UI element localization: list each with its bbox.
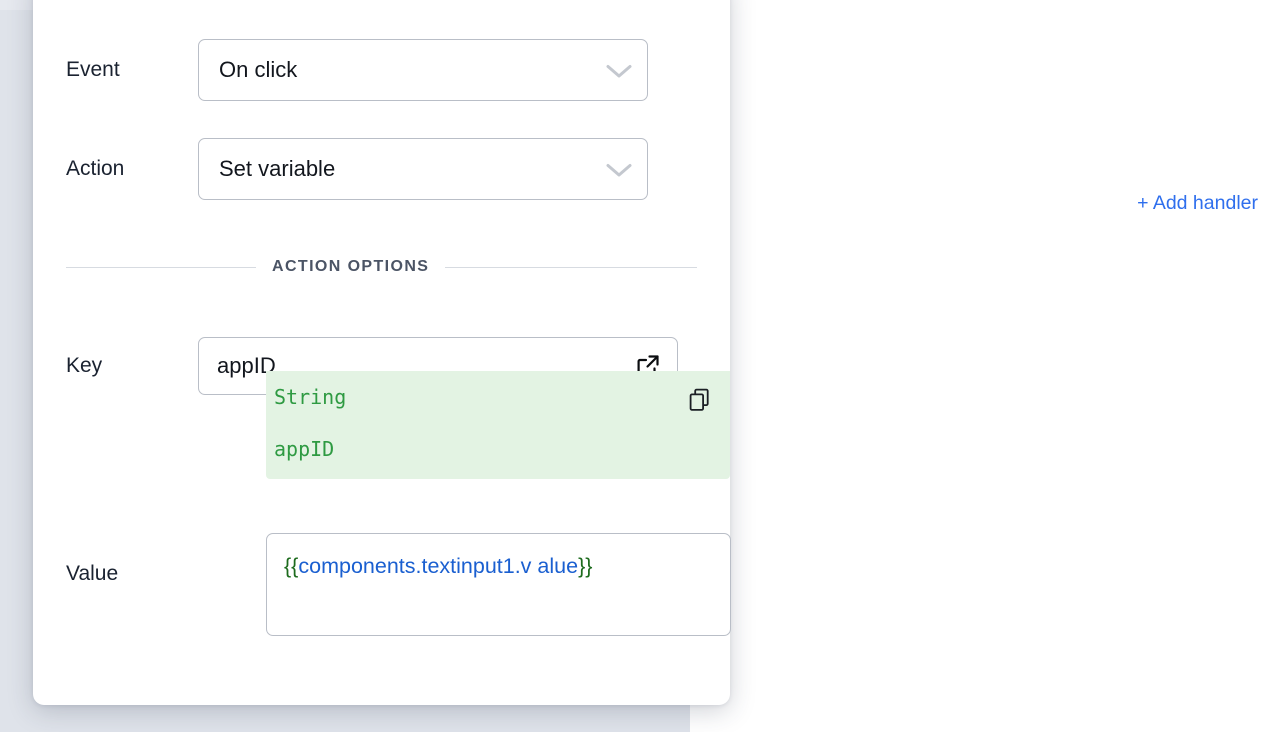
event-select-value: On click [219, 57, 297, 83]
action-field-label: Action [33, 157, 198, 181]
value-field-row: Value [33, 562, 266, 586]
value-input[interactable]: {{components.textinput1.v alue}} [266, 533, 731, 636]
divider-line-right [445, 267, 697, 268]
event-field-row: Event On click [33, 39, 730, 101]
expression-open-brace: {{ [284, 554, 298, 578]
event-select[interactable]: On click [198, 39, 648, 101]
chevron-down-icon[interactable] [605, 62, 633, 79]
expression-body: components.textinput1.v alue [298, 554, 578, 578]
chevron-down-icon[interactable] [605, 161, 633, 178]
suggestion-type: String [274, 385, 346, 409]
suggestion-header: String [274, 385, 712, 413]
key-field-label: Key [33, 354, 198, 378]
event-field-label: Event [33, 58, 198, 82]
value-field-label: Value [33, 562, 198, 586]
event-handler-editor-popover: Event On click Action Set variable [33, 0, 730, 705]
add-handler-button[interactable]: + Add handler [1137, 192, 1258, 215]
action-options-divider: ACTION OPTIONS [66, 258, 697, 276]
properties-panel: Events + Add handler On click Set variab… [690, 0, 1280, 732]
key-suggestion-tooltip: String appID [266, 371, 730, 479]
value-input-expression: {{components.textinput1.v alue}} [284, 546, 716, 586]
divider-line-left [66, 267, 256, 268]
copy-icon[interactable] [688, 387, 712, 413]
app-root: Events + Add handler On click Set variab… [0, 0, 1280, 732]
action-field-row: Action Set variable [33, 138, 730, 200]
action-options-label: ACTION OPTIONS [272, 258, 429, 276]
action-select[interactable]: Set variable [198, 138, 648, 200]
expression-close-brace: }} [578, 554, 592, 578]
suggestion-value: appID [274, 437, 712, 461]
action-select-value: Set variable [219, 156, 335, 182]
